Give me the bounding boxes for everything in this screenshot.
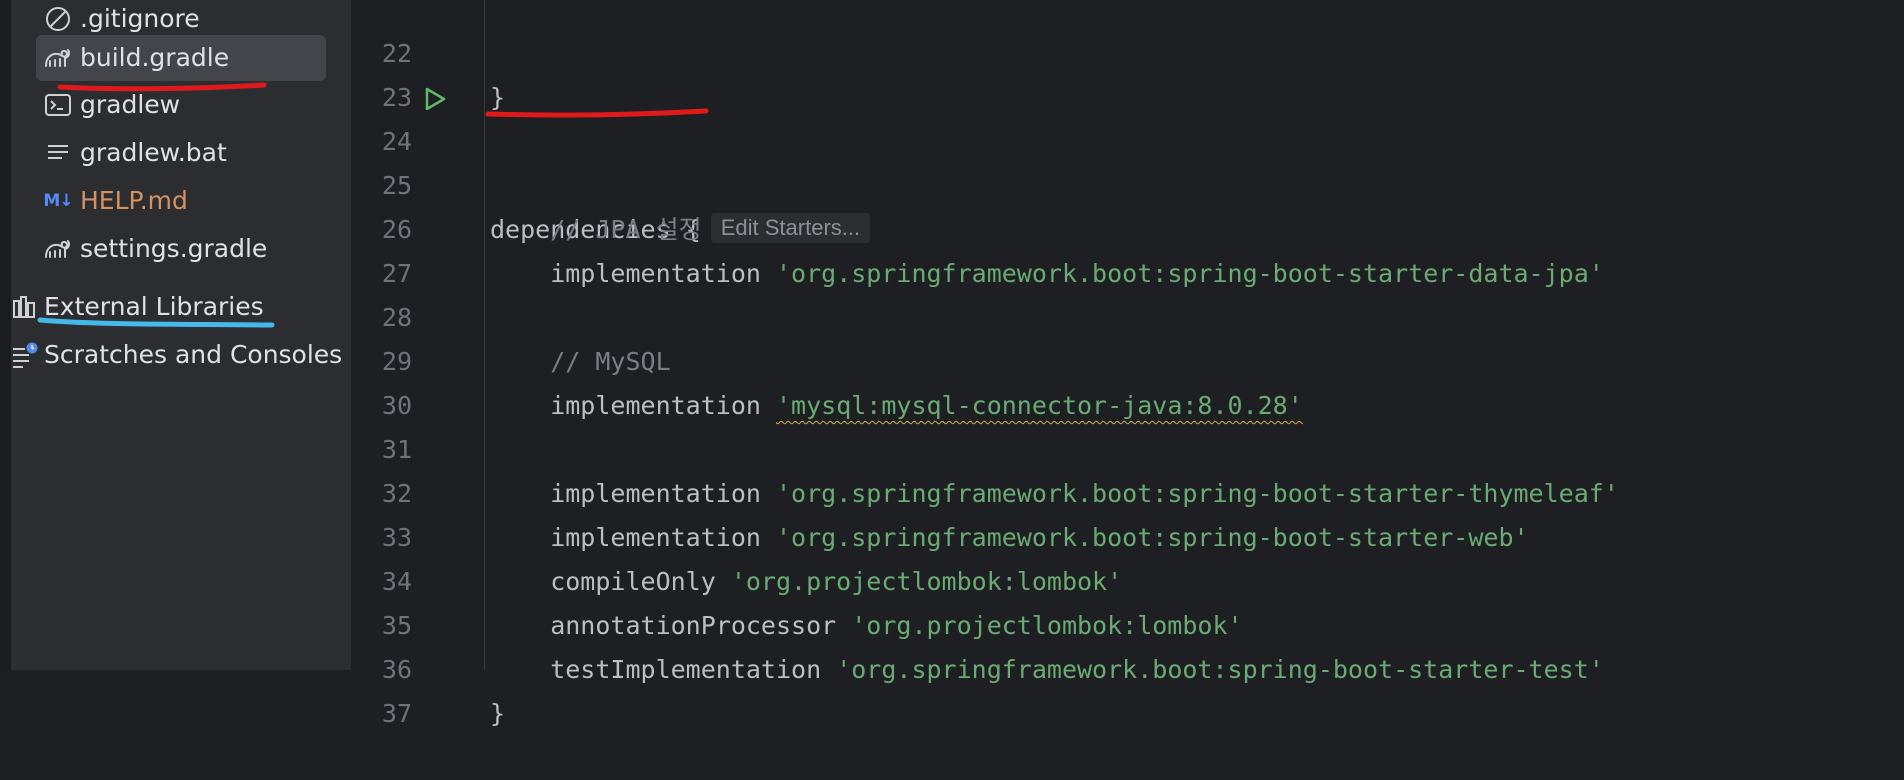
annotation-underline-red (485, 108, 709, 118)
code-line: 25 // JPA 설정 (352, 120, 1904, 244)
code-line: 23 (352, 32, 1904, 112)
project-tree: .gitignore build.gradle gradlew gradlew.… (12, 0, 352, 670)
tree-item-label: Scratches and Consoles (44, 340, 343, 369)
code-line: 27 (352, 208, 1904, 288)
gradle-icon (42, 234, 74, 264)
code-line: 34 annotationProcessor 'org.projectlombo… (352, 516, 1904, 640)
code-line: 30 (352, 340, 1904, 420)
code-line: 29 implementation 'mysql:mysql-connector… (352, 296, 1904, 420)
text-lines-icon (42, 138, 74, 168)
gradle-icon (42, 43, 74, 73)
code-line: 22 } (352, 0, 1904, 112)
tree-item-build-gradle[interactable]: build.gradle (36, 35, 326, 81)
run-icon[interactable] (422, 86, 448, 112)
tree-item-label: HELP.md (80, 186, 188, 215)
tree-item-help-md[interactable]: M↓ HELP.md (42, 178, 342, 224)
code-line: 26 implementation 'org.springframework.b… (352, 164, 1904, 288)
code-editor[interactable]: 22 } 23 24 dependencies {Edit Starters..… (352, 0, 1904, 728)
ignore-icon (42, 4, 74, 34)
annotation-underline-red (57, 82, 267, 92)
code-text: } (490, 699, 506, 728)
code-line: 36 } (352, 604, 1904, 728)
code-line: 33 compileOnly 'org.projectlombok:lombok… (352, 472, 1904, 596)
scratches-icon (10, 340, 40, 370)
code-line: 37 (352, 648, 1904, 728)
code-line: 31 implementation 'org.springframework.b… (352, 384, 1904, 508)
tree-item-label: settings.gradle (80, 234, 268, 263)
code-line: 32 implementation 'org.springframework.b… (352, 428, 1904, 552)
tree-item-scratches-consoles[interactable]: Scratches and Consoles (10, 332, 350, 378)
code-line: 35 testImplementation 'org.springframewo… (352, 560, 1904, 684)
tree-item-label: gradlew.bat (80, 138, 227, 167)
tree-item-label: build.gradle (80, 43, 230, 72)
annotation-underline-blue (37, 317, 275, 328)
line-number: 37 (381, 699, 412, 728)
tree-item-settings-gradle[interactable]: settings.gradle (42, 226, 342, 272)
tree-item-gradlew-bat[interactable]: gradlew.bat (42, 130, 342, 176)
code-line: 28 // MySQL (352, 252, 1904, 376)
terminal-icon (42, 90, 74, 120)
markdown-icon: M↓ (43, 191, 73, 211)
